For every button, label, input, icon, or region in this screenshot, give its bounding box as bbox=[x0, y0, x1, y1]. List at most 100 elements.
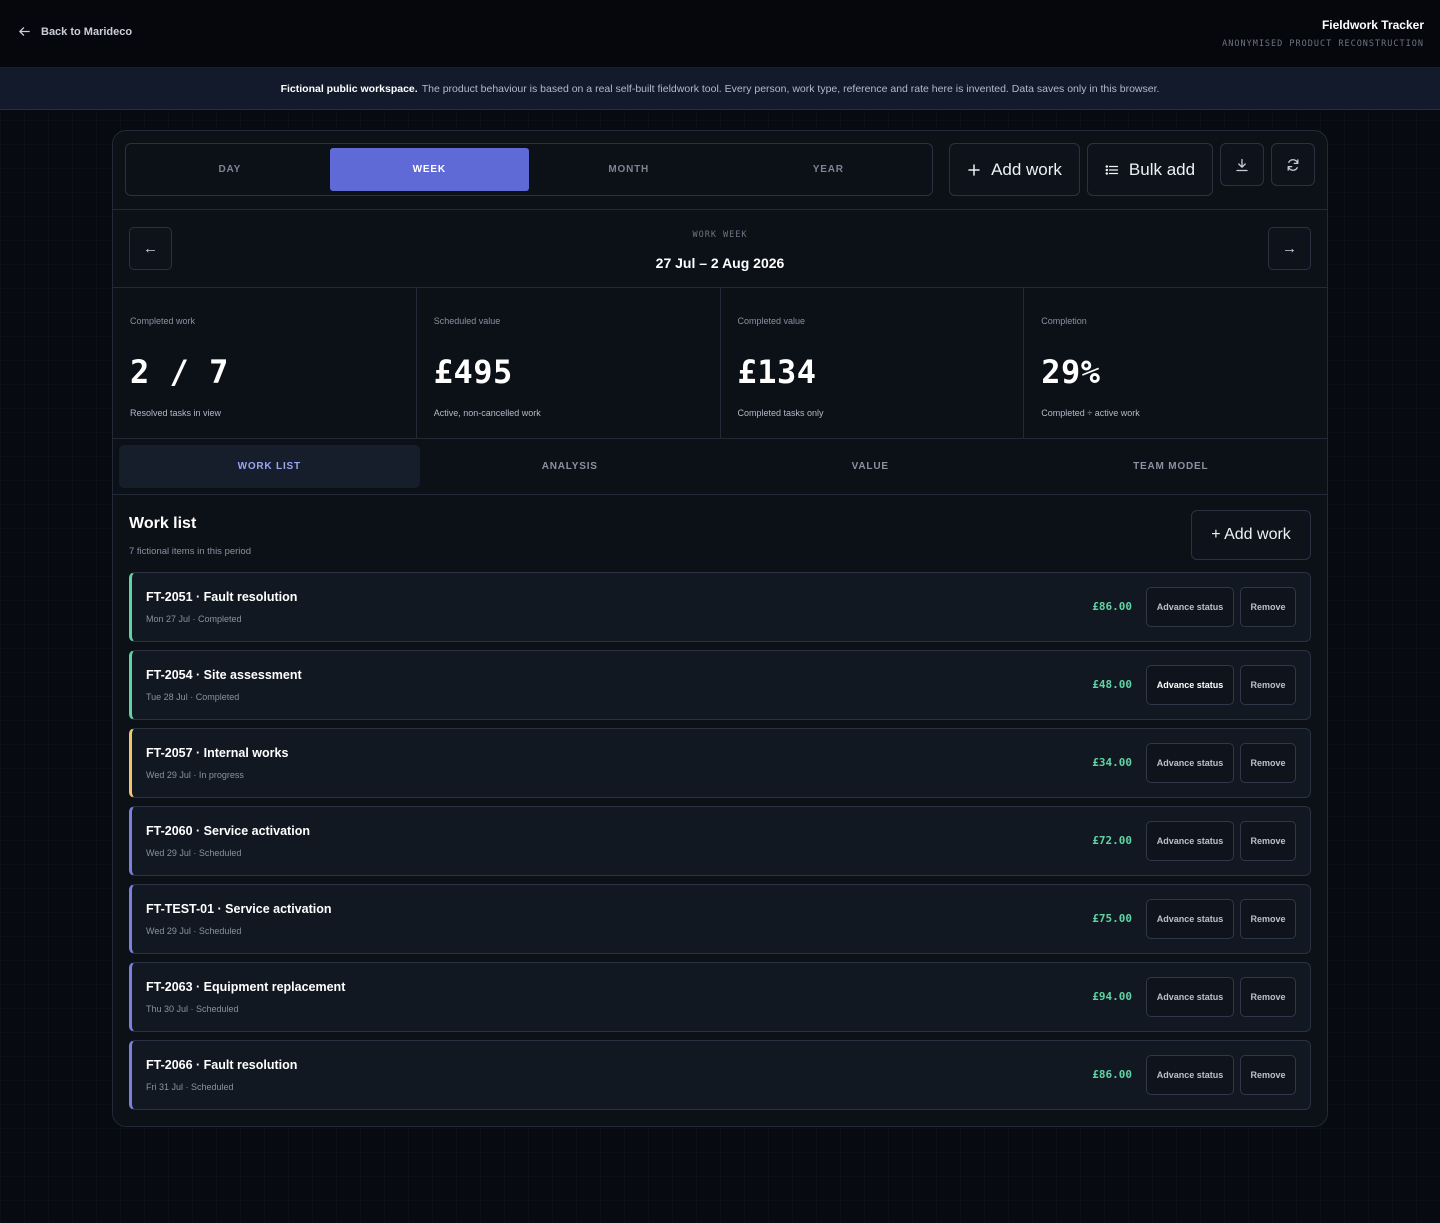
work-list-header: Work list 7 fictional items in this peri… bbox=[129, 515, 251, 557]
item-subtitle: Wed 29 Jul · In progress bbox=[146, 770, 244, 780]
brand: Fieldwork Tracker ANONYMISED PRODUCT REC… bbox=[1222, 18, 1424, 49]
stat-sub: Active, non-cancelled work bbox=[433, 408, 541, 418]
list-item: FT-TEST-01 · Service activation Wed 29 J… bbox=[129, 884, 1311, 954]
main-panel: DAY WEEK MONTH YEAR Add work Bulk add ← … bbox=[112, 130, 1328, 1127]
work-list-count: 7 fictional items in this period bbox=[129, 546, 251, 557]
stat-value: £495 bbox=[433, 353, 513, 391]
tab-analysis[interactable]: ANALYSIS bbox=[420, 445, 721, 488]
remove-button[interactable]: Remove bbox=[1240, 743, 1296, 783]
bulk-add-button[interactable]: Bulk add bbox=[1087, 143, 1213, 196]
stat-scheduled-value: Scheduled value £495 Active, non-cancell… bbox=[417, 288, 721, 438]
item-amount: £94.00 bbox=[1092, 990, 1132, 1003]
work-list: FT-2051 · Fault resolution Mon 27 Jul · … bbox=[129, 572, 1311, 1118]
item-title: FT-2057 · Internal works bbox=[146, 746, 289, 760]
list-item: FT-2057 · Internal works Wed 29 Jul · In… bbox=[129, 728, 1311, 798]
item-subtitle: Thu 30 Jul · Scheduled bbox=[146, 1004, 239, 1014]
next-week-button[interactable]: → bbox=[1268, 227, 1311, 270]
list-item: FT-2051 · Fault resolution Mon 27 Jul · … bbox=[129, 572, 1311, 642]
view-tabs: WORK LIST ANALYSIS VALUE TEAM MODEL bbox=[113, 439, 1327, 495]
item-amount: £48.00 bbox=[1092, 678, 1132, 691]
item-amount: £34.00 bbox=[1092, 756, 1132, 769]
toolbar: DAY WEEK MONTH YEAR Add work Bulk add bbox=[113, 131, 1327, 210]
tab-work-list[interactable]: WORK LIST bbox=[119, 445, 420, 488]
item-title: FT-2066 · Fault resolution bbox=[146, 1058, 298, 1072]
plus-icon bbox=[968, 163, 980, 176]
notice-bold: Fictional public workspace. bbox=[280, 82, 418, 95]
period-tab-month[interactable]: MONTH bbox=[529, 148, 729, 191]
stat-label: Scheduled value bbox=[433, 316, 501, 326]
list-item: FT-2060 · Service activation Wed 29 Jul … bbox=[129, 806, 1311, 876]
refresh-button[interactable] bbox=[1271, 143, 1315, 186]
advance-status-button[interactable]: Advance status bbox=[1146, 1055, 1234, 1095]
stat-sub: Resolved tasks in view bbox=[130, 408, 222, 418]
work-list-title: Work list bbox=[129, 515, 197, 532]
remove-button[interactable]: Remove bbox=[1240, 977, 1296, 1017]
week-range: 27 Jul – 2 Aug 2026 bbox=[655, 255, 785, 271]
item-title: FT-2054 · Site assessment bbox=[146, 668, 302, 682]
item-title: FT-TEST-01 · Service activation bbox=[146, 902, 332, 916]
advance-status-button[interactable]: Advance status bbox=[1146, 821, 1234, 861]
period-tab-week[interactable]: WEEK bbox=[329, 148, 529, 191]
bulk-add-label: Bulk add bbox=[1128, 159, 1196, 179]
stat-completion: Completion 29% Completed ÷ active work bbox=[1024, 288, 1327, 438]
refresh-icon bbox=[1287, 158, 1299, 171]
list-item: FT-2066 · Fault resolution Fri 31 Jul · … bbox=[129, 1040, 1311, 1110]
item-subtitle: Tue 28 Jul · Completed bbox=[146, 692, 240, 702]
item-title: FT-2051 · Fault resolution bbox=[146, 590, 298, 604]
item-subtitle: Wed 29 Jul · Scheduled bbox=[146, 848, 242, 858]
list-item: FT-2054 · Site assessment Tue 28 Jul · C… bbox=[129, 650, 1311, 720]
item-subtitle: Mon 27 Jul · Completed bbox=[146, 614, 242, 624]
item-amount: £75.00 bbox=[1092, 912, 1132, 925]
download-icon bbox=[1236, 158, 1248, 171]
period-selector: DAY WEEK MONTH YEAR bbox=[125, 143, 933, 196]
stat-completed-work: Completed work 2 / 7 Resolved tasks in v… bbox=[113, 288, 417, 438]
stat-sub: Completed tasks only bbox=[737, 408, 824, 418]
back-link[interactable]: Back to Marideco bbox=[18, 25, 132, 38]
list-item: FT-2063 · Equipment replacement Thu 30 J… bbox=[129, 962, 1311, 1032]
period-tab-year[interactable]: YEAR bbox=[729, 148, 929, 191]
item-title: FT-2060 · Service activation bbox=[146, 824, 310, 838]
remove-button[interactable]: Remove bbox=[1240, 1055, 1296, 1095]
week-navigation: ← WORK WEEK 27 Jul – 2 Aug 2026 → bbox=[113, 210, 1327, 288]
list-icon bbox=[1105, 164, 1119, 175]
item-subtitle: Fri 31 Jul · Scheduled bbox=[146, 1082, 234, 1092]
stat-value: 29% bbox=[1041, 353, 1101, 391]
remove-button[interactable]: Remove bbox=[1240, 821, 1296, 861]
work-list-add-button[interactable]: + Add work bbox=[1191, 510, 1311, 560]
add-work-label: Add work bbox=[991, 159, 1062, 179]
week-label: WORK WEEK bbox=[692, 230, 748, 240]
back-link-label: Back to Marideco bbox=[41, 25, 133, 38]
period-tab-day[interactable]: DAY bbox=[130, 148, 330, 191]
app-title: Fieldwork Tracker bbox=[1321, 18, 1424, 32]
advance-status-button[interactable]: Advance status bbox=[1146, 665, 1234, 705]
remove-button[interactable]: Remove bbox=[1240, 899, 1296, 939]
download-button[interactable] bbox=[1220, 143, 1264, 186]
arrow-left-icon bbox=[19, 27, 30, 36]
stat-value: 2 / 7 bbox=[130, 353, 229, 391]
item-amount: £86.00 bbox=[1092, 600, 1132, 613]
notice-banner: Fictional public workspace. The product … bbox=[0, 68, 1440, 110]
stat-value: £134 bbox=[737, 353, 817, 391]
app-subtitle: ANONYMISED PRODUCT RECONSTRUCTION bbox=[1222, 39, 1424, 49]
item-subtitle: Wed 29 Jul · Scheduled bbox=[146, 926, 242, 936]
add-work-button[interactable]: Add work bbox=[949, 143, 1080, 196]
top-bar: Back to Marideco Fieldwork Tracker ANONY… bbox=[0, 0, 1440, 68]
advance-status-button[interactable]: Advance status bbox=[1146, 977, 1234, 1017]
tab-team-model[interactable]: TEAM MODEL bbox=[1021, 445, 1322, 488]
stat-label: Completed work bbox=[130, 316, 196, 326]
stat-sub: Completed ÷ active work bbox=[1041, 408, 1140, 418]
stats-row: Completed work 2 / 7 Resolved tasks in v… bbox=[113, 288, 1327, 439]
advance-status-button[interactable]: Advance status bbox=[1146, 743, 1234, 783]
stat-label: Completion bbox=[1041, 316, 1087, 326]
item-amount: £72.00 bbox=[1092, 834, 1132, 847]
advance-status-button[interactable]: Advance status bbox=[1146, 587, 1234, 627]
item-title: FT-2063 · Equipment replacement bbox=[146, 980, 346, 994]
stat-label: Completed value bbox=[737, 316, 806, 326]
remove-button[interactable]: Remove bbox=[1240, 665, 1296, 705]
advance-status-button[interactable]: Advance status bbox=[1146, 899, 1234, 939]
item-amount: £86.00 bbox=[1092, 1068, 1132, 1081]
notice-text: The product behaviour is based on a real… bbox=[421, 82, 1160, 95]
stat-completed-value: Completed value £134 Completed tasks onl… bbox=[721, 288, 1025, 438]
remove-button[interactable]: Remove bbox=[1240, 587, 1296, 627]
tab-value[interactable]: VALUE bbox=[720, 445, 1021, 488]
